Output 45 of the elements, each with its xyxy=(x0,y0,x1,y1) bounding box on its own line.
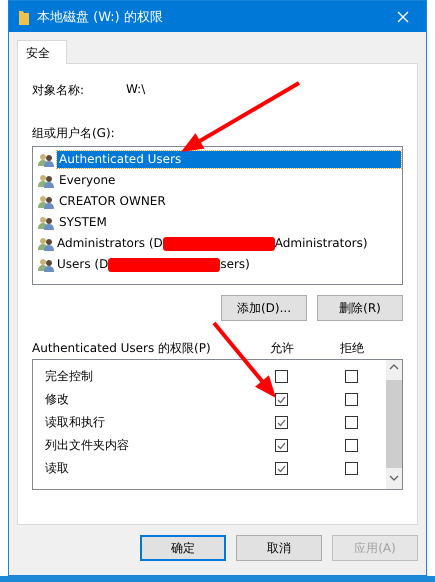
users-icon xyxy=(37,194,55,210)
user-item[interactable]: SYSTEM xyxy=(57,214,109,231)
checkbox[interactable] xyxy=(344,370,358,383)
checkbox[interactable] xyxy=(274,462,288,475)
tab[interactable]: 安全 xyxy=(17,40,67,64)
remove-button[interactable]: 删除(R) xyxy=(317,295,403,321)
checkbox[interactable] xyxy=(274,416,288,429)
user-item-suffix: Administrators) xyxy=(274,235,369,252)
users-icon xyxy=(37,172,55,188)
user-item-suffix: sers) xyxy=(219,256,251,273)
user-item[interactable]: Users (D xyxy=(55,256,110,273)
users-icon xyxy=(37,236,55,252)
user-item[interactable]: CREATOR OWNER xyxy=(57,193,168,210)
object-name-label: 对象名称: xyxy=(32,82,86,99)
user-item[interactable]: Administrators (D xyxy=(55,235,165,252)
folder-icon xyxy=(19,8,29,24)
permission-name: 列出文件夹内容 xyxy=(44,437,130,454)
checkbox[interactable] xyxy=(274,370,288,383)
allow-header: 允许 xyxy=(269,340,295,356)
checkbox[interactable] xyxy=(344,416,358,429)
cancel-button[interactable]: 取消 xyxy=(236,535,322,561)
users-icon xyxy=(37,152,55,168)
checkbox[interactable] xyxy=(274,439,288,452)
checkbox[interactable] xyxy=(344,439,358,452)
users-icon xyxy=(37,256,55,272)
close-icon[interactable] xyxy=(397,10,409,22)
user-item[interactable]: Authenticated Users xyxy=(57,151,401,168)
checkbox[interactable] xyxy=(344,462,358,475)
permission-name: 修改 xyxy=(44,391,70,408)
users-icon xyxy=(37,214,55,230)
permission-name: 完全控制 xyxy=(44,368,94,385)
checkbox[interactable] xyxy=(344,393,358,406)
groups-label: 组或用户名(G): xyxy=(32,125,116,142)
ok-button[interactable]: 确定 xyxy=(140,535,226,561)
add-button[interactable]: 添加(D)... xyxy=(221,295,307,321)
scrollbar[interactable] xyxy=(386,360,402,489)
window-title: 本地磁盘 (W:) 的权限 xyxy=(37,8,164,26)
object-name-value: W:\ xyxy=(126,82,146,98)
scroll-thumb[interactable] xyxy=(386,380,402,468)
user-item[interactable]: Everyone xyxy=(57,172,118,189)
checkbox[interactable] xyxy=(274,393,288,406)
permissions-label: Authenticated Users 的权限(P) xyxy=(32,340,212,356)
deny-header: 拒绝 xyxy=(339,340,365,356)
permission-name: 读取和执行 xyxy=(44,414,106,431)
permission-name: 读取 xyxy=(44,460,70,477)
